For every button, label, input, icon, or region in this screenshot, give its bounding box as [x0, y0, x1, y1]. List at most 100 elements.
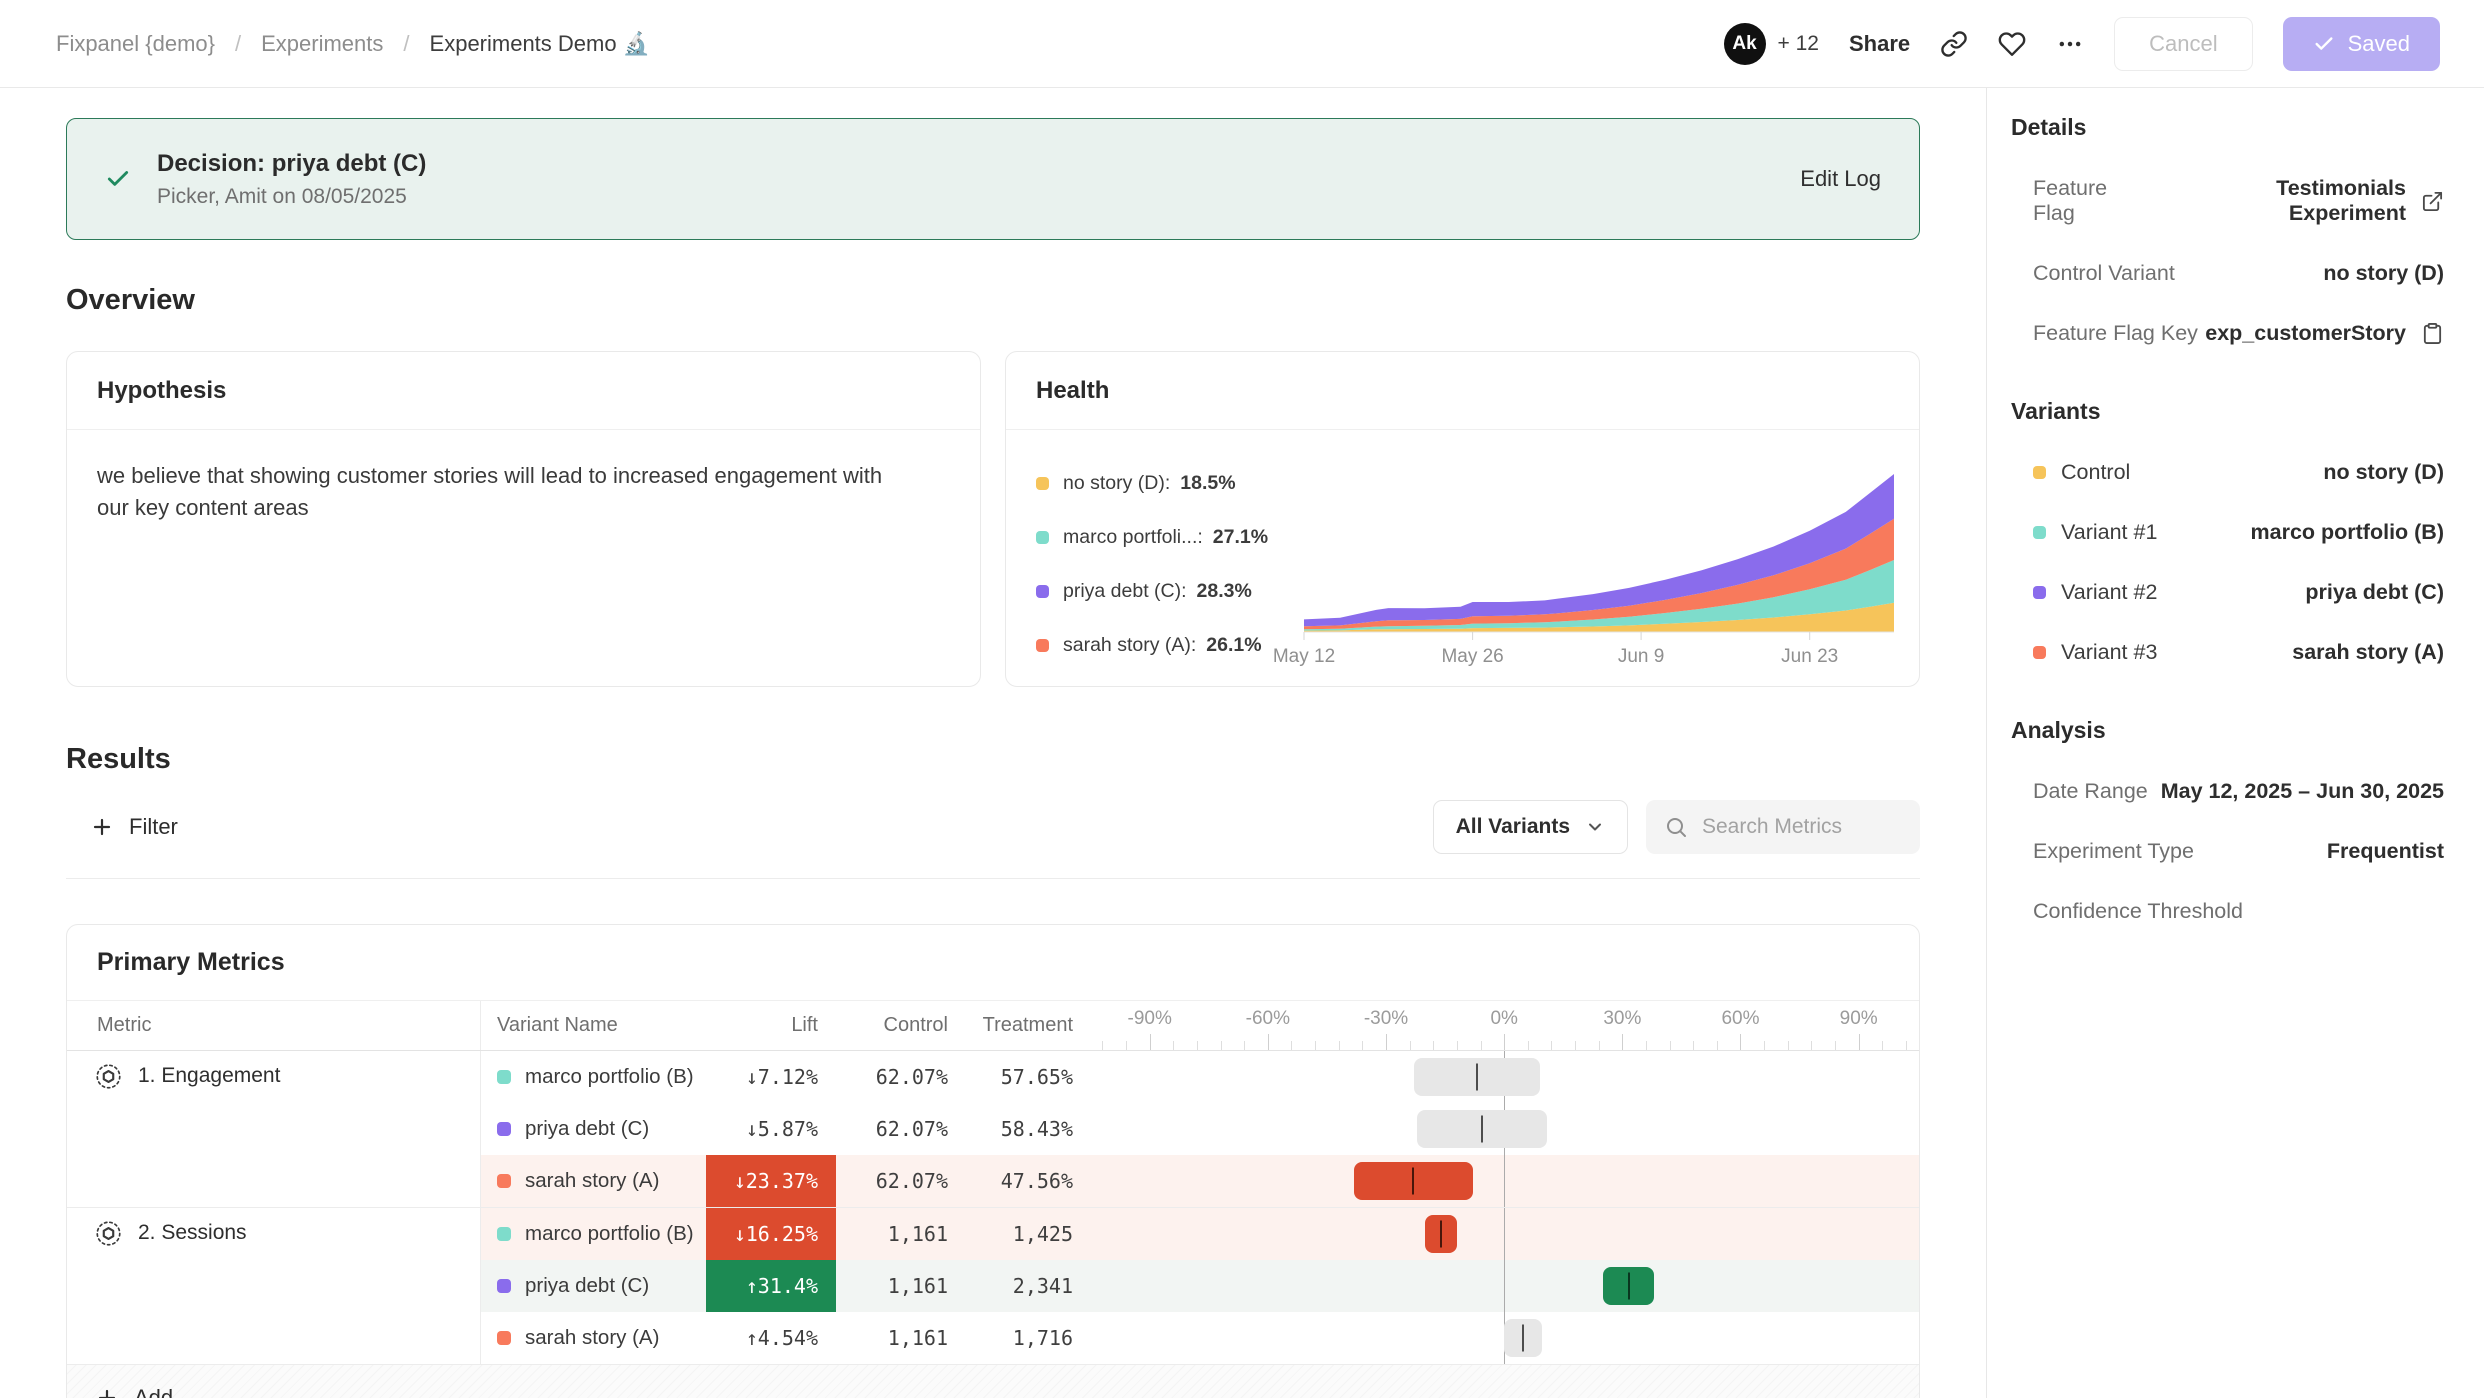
confidence-interval-chart	[1091, 1051, 1919, 1103]
breadcrumb: Fixpanel {demo}/Experiments/Experiments …	[56, 31, 650, 57]
control-value: 62.07%	[836, 1051, 966, 1103]
axis-tick	[1717, 1041, 1718, 1050]
variant-cell: priya debt (C)	[481, 1260, 706, 1312]
check-icon	[2313, 33, 2335, 55]
variants-heading: Variants	[2011, 398, 2444, 425]
metric-variant-row[interactable]: sarah story (A) ↑4.54% 1,161 1,716	[481, 1312, 1919, 1364]
axis-tick	[1551, 1041, 1552, 1050]
axis-tick-label: 90%	[1840, 1008, 1878, 1030]
metric-variant-row[interactable]: sarah story (A) ↓23.37% 62.07% 47.56%	[481, 1155, 1919, 1207]
details-section: Details Feature Flag Testimonials Experi…	[2011, 114, 2444, 346]
treatment-value: 1,716	[966, 1312, 1091, 1364]
axis-tick	[1575, 1041, 1576, 1050]
health-title: Health	[1006, 352, 1919, 430]
axis-tick	[1740, 1034, 1741, 1050]
analysis-section: Analysis Date Range May 12, 2025 – Jun 3…	[2011, 717, 2444, 924]
results-controls: All Variants	[1433, 800, 1920, 854]
variant-cell: marco portfolio (B)	[481, 1051, 706, 1103]
metrics-table-body: 1. Engagement marco portfolio (B) ↓7.12%…	[67, 1051, 1919, 1365]
treatment-value: 47.56%	[966, 1155, 1091, 1207]
external-link-icon[interactable]	[2421, 190, 2444, 213]
lift-value: ↓23.37%	[706, 1155, 836, 1207]
control-value: 62.07%	[836, 1103, 966, 1155]
lift-value: ↓7.12%	[706, 1051, 836, 1103]
variants-dropdown-label: All Variants	[1456, 815, 1570, 839]
metric-variant-row[interactable]: priya debt (C) ↓5.87% 62.07% 58.43%	[481, 1103, 1919, 1155]
metric-goal-icon	[95, 1063, 122, 1090]
legend-swatch	[1036, 531, 1049, 544]
column-lift: Lift	[706, 1001, 836, 1050]
decision-title: Decision: priya debt (C)	[157, 150, 426, 178]
filter-label: Filter	[129, 814, 178, 840]
lift-value: ↓16.25%	[706, 1208, 836, 1260]
hypothesis-title: Hypothesis	[67, 352, 980, 430]
zero-axis-line	[1504, 1208, 1505, 1260]
confidence-interval-chart	[1091, 1312, 1919, 1364]
metric-name-cell[interactable]: 2. Sessions	[67, 1208, 481, 1364]
collaborators-count[interactable]: + 12	[1778, 32, 1819, 56]
add-metric-button[interactable]: Add	[95, 1385, 173, 1398]
treatment-value: 57.65%	[966, 1051, 1091, 1103]
variants-dropdown[interactable]: All Variants	[1433, 800, 1628, 854]
metric-variant-row[interactable]: marco portfolio (B) ↓7.12% 62.07% 57.65%	[481, 1051, 1919, 1103]
main-column: Decision: priya debt (C) Picker, Amit on…	[0, 88, 1986, 1398]
health-body: no story (D): 18.5% marco portfoli...: 2…	[1006, 430, 1919, 681]
sidebar-row-value: Frequentist	[2327, 839, 2444, 864]
svg-text:May 12: May 12	[1273, 646, 1335, 667]
axis-tick	[1457, 1041, 1458, 1050]
control-value: 1,161	[836, 1260, 966, 1312]
cancel-button[interactable]: Cancel	[2114, 17, 2252, 71]
variant-name: priya debt (C)	[525, 1117, 649, 1141]
saved-button[interactable]: Saved	[2283, 17, 2440, 71]
primary-metrics-card: Primary Metrics Metric Variant Name Lift…	[66, 924, 1920, 1398]
axis-tick	[1362, 1041, 1363, 1050]
plus-icon	[95, 1386, 119, 1398]
metric-variant-row[interactable]: priya debt (C) ↑31.4% 1,161 2,341	[481, 1260, 1919, 1312]
details-sidebar: Details Feature Flag Testimonials Experi…	[1986, 88, 2484, 1398]
variant-color-swatch	[497, 1227, 511, 1241]
metric-name-cell[interactable]: 1. Engagement	[67, 1051, 481, 1207]
avatar[interactable]: Ak	[1724, 23, 1766, 65]
breadcrumb-item[interactable]: Experiments	[261, 31, 383, 57]
copy-link-icon[interactable]	[1940, 30, 1968, 58]
treatment-value: 2,341	[966, 1260, 1091, 1312]
variants-section: Variants Control no story (D) Variant #1…	[2011, 398, 2444, 665]
variant-row: Variant #2 priya debt (C)	[2011, 580, 2444, 605]
more-options-icon[interactable]	[2056, 30, 2084, 58]
breadcrumb-item: Experiments Demo 🔬	[430, 31, 651, 57]
svg-text:Jun 9: Jun 9	[1618, 646, 1664, 667]
edit-log-button[interactable]: Edit Log	[1800, 166, 1881, 192]
saved-button-label: Saved	[2348, 31, 2410, 57]
breadcrumb-item[interactable]: Fixpanel {demo}	[56, 31, 215, 57]
share-button[interactable]: Share	[1849, 31, 1910, 57]
axis-tick	[1646, 1041, 1647, 1050]
overview-heading: Overview	[66, 284, 1920, 317]
legend-label: sarah story (A):	[1063, 634, 1196, 657]
legend-item: no story (D): 18.5%	[1036, 472, 1304, 495]
axis-tick	[1291, 1041, 1292, 1050]
search-metrics-input[interactable]	[1702, 815, 1973, 839]
lift-axis-ruler: -90%-60%-30%0%30%60%90%	[1091, 1001, 1919, 1050]
column-treatment: Treatment	[966, 1001, 1091, 1050]
variant-color-swatch	[497, 1279, 511, 1293]
legend-item: priya debt (C): 28.3%	[1036, 580, 1304, 603]
axis-tick	[1859, 1034, 1860, 1050]
control-value: 1,161	[836, 1312, 966, 1364]
column-control: Control	[836, 1001, 966, 1050]
favorite-heart-icon[interactable]	[1998, 30, 2026, 58]
breadcrumb-separator: /	[235, 31, 241, 57]
group-rows: marco portfolio (B) ↓7.12% 62.07% 57.65%…	[481, 1051, 1919, 1207]
add-filter-button[interactable]: Filter	[90, 814, 178, 840]
ci-mean-marker	[1476, 1064, 1478, 1091]
axis-tick	[1315, 1041, 1316, 1050]
details-rows: Feature Flag Testimonials Experiment Con…	[2011, 176, 2444, 346]
ci-mean-marker	[1412, 1168, 1414, 1195]
legend-value: 27.1%	[1213, 526, 1268, 549]
ci-mean-marker	[1481, 1116, 1483, 1143]
clipboard-icon[interactable]	[2421, 322, 2444, 345]
metric-variant-row[interactable]: marco portfolio (B) ↓16.25% 1,161 1,425	[481, 1208, 1919, 1260]
sidebar-row-value: exp_customerStory	[2205, 321, 2444, 346]
variant-color-swatch	[497, 1070, 511, 1084]
variant-cell: sarah story (A)	[481, 1312, 706, 1364]
legend-swatch	[1036, 585, 1049, 598]
